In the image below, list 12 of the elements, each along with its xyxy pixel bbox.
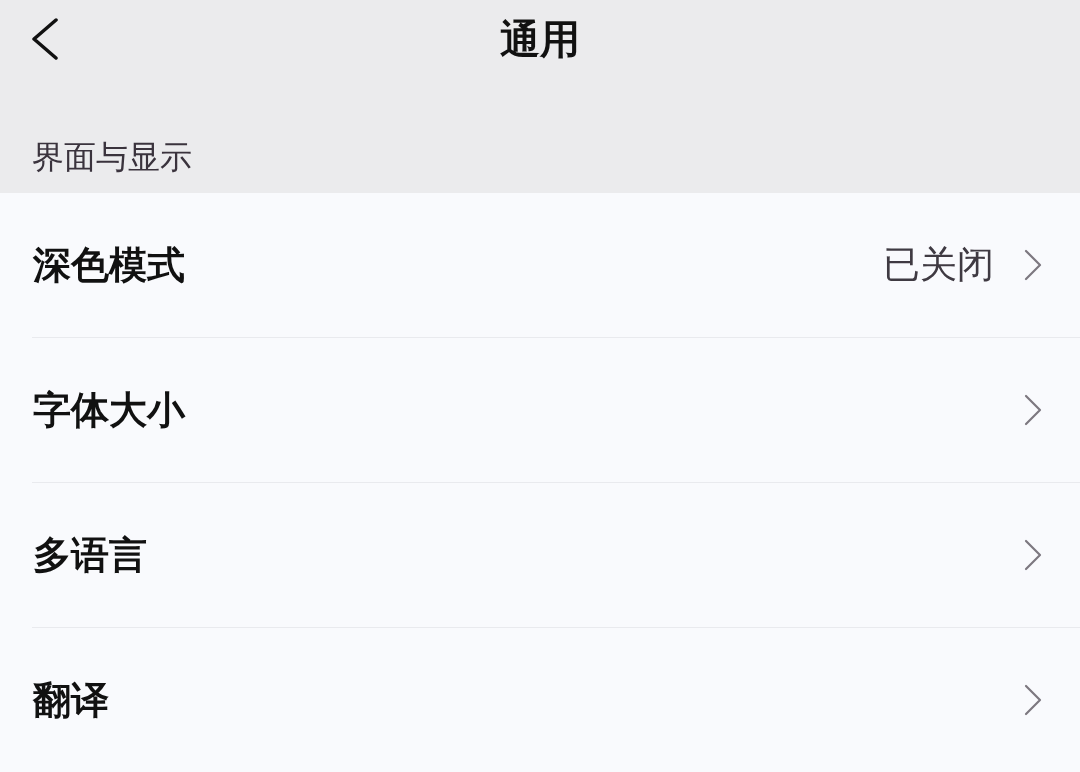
row-label: 深色模式	[33, 241, 185, 289]
row-value: 已关闭	[883, 242, 994, 288]
row-label: 翻译	[33, 676, 109, 724]
chevron-right-icon	[1024, 539, 1042, 571]
back-icon[interactable]	[30, 18, 60, 60]
chevron-right-icon	[1024, 684, 1042, 716]
page-title: 通用	[500, 14, 580, 64]
chevron-right-icon	[1024, 249, 1042, 281]
section-header: 界面与显示	[32, 137, 192, 178]
row-label: 多语言	[33, 531, 147, 579]
chevron-right-icon	[1024, 394, 1042, 426]
row-label: 字体大小	[33, 386, 185, 434]
